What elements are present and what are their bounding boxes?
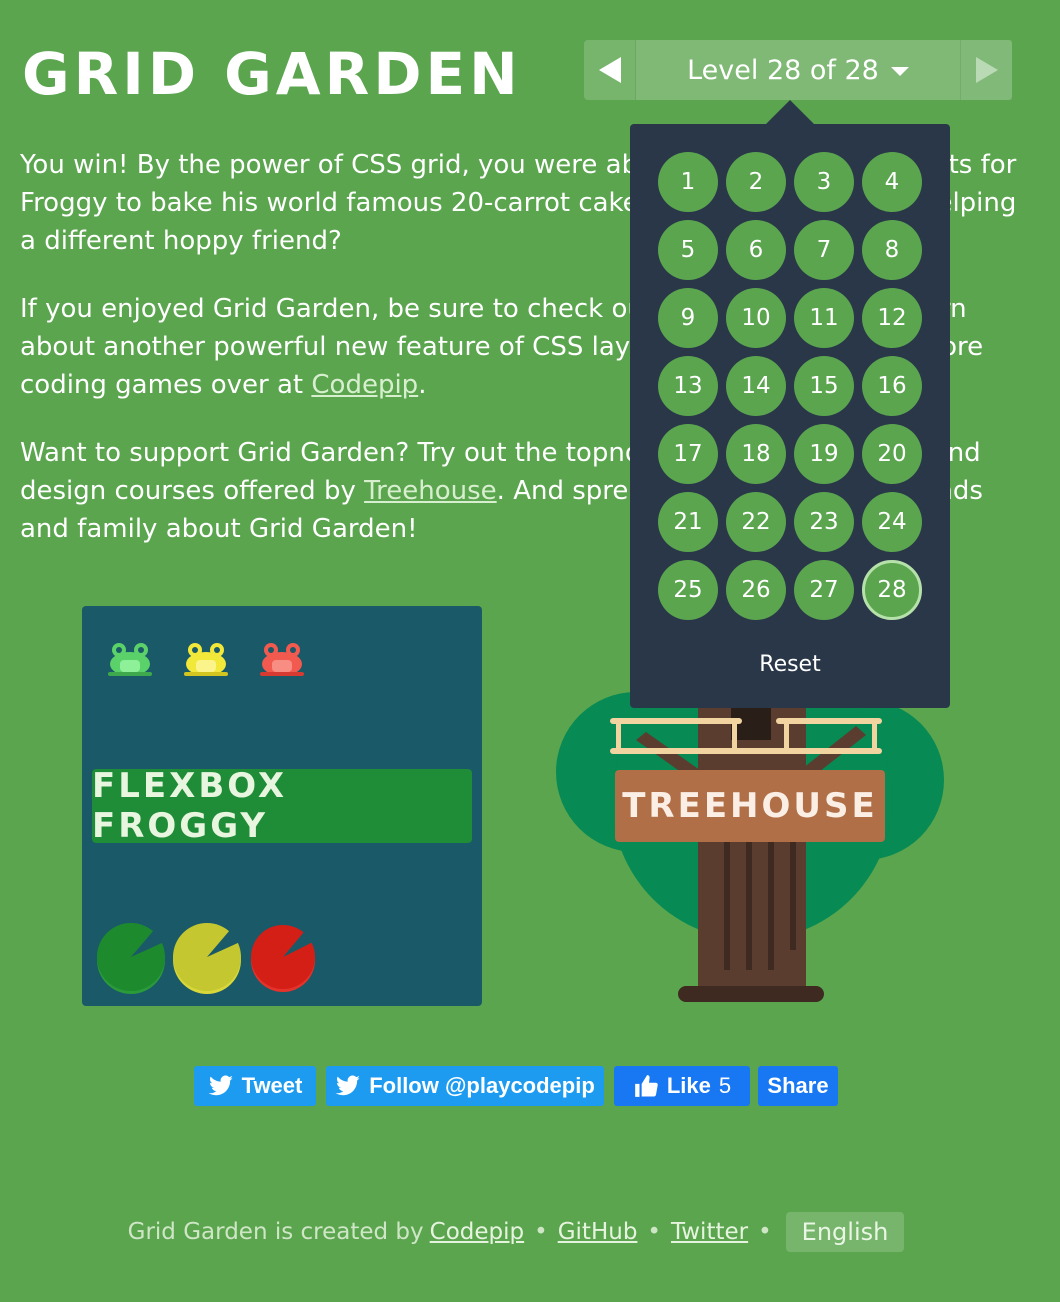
next-level-button[interactable] (960, 40, 1012, 100)
level-button-6[interactable]: 6 (726, 220, 786, 280)
like-button[interactable]: Like 5 (614, 1066, 750, 1106)
arrow-right-icon (975, 57, 998, 83)
instructions-text: . (418, 370, 427, 400)
level-button-17[interactable]: 17 (658, 424, 718, 484)
level-button-10[interactable]: 10 (726, 288, 786, 348)
level-button-12[interactable]: 12 (862, 288, 922, 348)
follow-label: Follow @playcodepip (369, 1073, 595, 1098)
level-dropdown: 1 2 3 4 5 6 7 8 9 10 11 12 13 14 15 16 17 18 19 20 21 22 23 24 2… (630, 124, 950, 708)
level-button-16[interactable]: 16 (862, 356, 922, 416)
level-indicator-button[interactable]: Level 28 of 28 (636, 40, 960, 100)
reset-button[interactable]: Reset (630, 652, 950, 677)
twitter-bird-icon (208, 1075, 233, 1096)
footer: Grid Garden is created by Codepip • GitH… (0, 1212, 1032, 1252)
follow-button[interactable]: Follow @playcodepip (326, 1066, 604, 1106)
level-button-1[interactable]: 1 (658, 152, 718, 212)
level-button-9[interactable]: 9 (658, 288, 718, 348)
green-lilypad-icon (97, 923, 165, 994)
level-button-25[interactable]: 25 (658, 560, 718, 620)
red-lilypad-icon (251, 925, 315, 992)
red-frog-icon (260, 643, 304, 676)
share-label: Share (767, 1073, 829, 1098)
level-button-21[interactable]: 21 (658, 492, 718, 552)
level-button-14[interactable]: 14 (726, 356, 786, 416)
share-button[interactable]: Share (758, 1066, 838, 1106)
level-button-3[interactable]: 3 (794, 152, 854, 212)
level-button-4[interactable]: 4 (862, 152, 922, 212)
level-button-22[interactable]: 22 (726, 492, 786, 552)
level-button-15[interactable]: 15 (794, 356, 854, 416)
level-button-11[interactable]: 11 (794, 288, 854, 348)
footer-github-link[interactable]: GitHub (558, 1219, 638, 1245)
level-button-2[interactable]: 2 (726, 152, 786, 212)
page-title: GRID GARDEN (22, 40, 522, 108)
level-button-23[interactable]: 23 (794, 492, 854, 552)
yellow-frog-icon (184, 643, 228, 676)
level-button-26[interactable]: 26 (726, 560, 786, 620)
flexbox-froggy-button[interactable]: FLEXBOX FROGGY (92, 766, 472, 846)
caret-down-icon (890, 67, 909, 76)
level-navigation: Level 28 of 28 (584, 40, 1012, 100)
arrow-left-icon (598, 57, 621, 83)
like-count: 5 (718, 1073, 732, 1098)
treehouse-link[interactable]: Treehouse (364, 476, 497, 506)
level-button-18[interactable]: 18 (726, 424, 786, 484)
green-frog-icon (108, 643, 152, 676)
yellow-lilypad-icon (173, 923, 241, 994)
level-button-19[interactable]: 19 (794, 424, 854, 484)
tweet-label: Tweet (241, 1073, 303, 1098)
level-button-7[interactable]: 7 (794, 220, 854, 280)
level-button-20[interactable]: 20 (862, 424, 922, 484)
codepip-link[interactable]: Codepip (311, 370, 418, 400)
footer-separator: • (647, 1219, 661, 1245)
treehouse-button[interactable]: TREEHOUSE (615, 770, 885, 842)
footer-codepip-link[interactable]: Codepip (430, 1219, 524, 1245)
previous-level-button[interactable] (584, 40, 636, 100)
level-button-5[interactable]: 5 (658, 220, 718, 280)
flexbox-froggy-card[interactable]: FLEXBOX FROGGY (82, 606, 482, 1006)
dropdown-pointer (766, 100, 814, 124)
language-selector[interactable]: English (785, 1212, 905, 1252)
like-label: Like (666, 1073, 711, 1098)
tweet-button[interactable]: Tweet (194, 1066, 316, 1106)
footer-separator: • (534, 1219, 548, 1245)
level-button-28[interactable]: 28 (862, 560, 922, 620)
twitter-bird-icon (335, 1075, 361, 1096)
level-button-13[interactable]: 13 (658, 356, 718, 416)
level-button-24[interactable]: 24 (862, 492, 922, 552)
thumbs-up-icon (635, 1075, 658, 1097)
level-label: Level 28 of 28 (687, 54, 879, 86)
level-button-27[interactable]: 27 (794, 560, 854, 620)
footer-credit: Grid Garden is created by (127, 1219, 424, 1245)
footer-twitter-link[interactable]: Twitter (671, 1219, 748, 1245)
footer-separator: • (758, 1219, 772, 1245)
level-button-8[interactable]: 8 (862, 220, 922, 280)
